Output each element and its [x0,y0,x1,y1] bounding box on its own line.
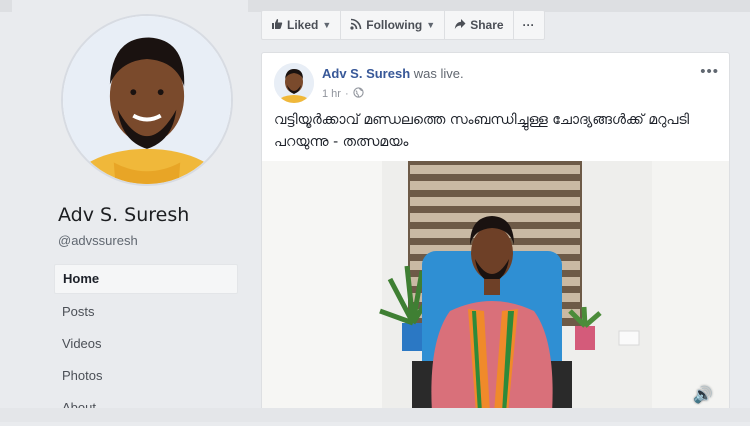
post-avatar[interactable] [274,63,314,103]
post-options-button[interactable]: ••• [700,63,719,80]
post-text: വട്ടിയൂർക്കാവ് മണ്ഡലത്തെ സംബന്ധിച്ചുള്ള … [274,112,690,150]
more-actions-button[interactable]: ··· [514,11,544,39]
profile-nav: Home Posts Videos Photos About [54,264,238,426]
liked-label: Liked [287,18,319,32]
following-label: Following [366,18,423,32]
bottom-strip [0,408,750,422]
post-timestamp[interactable]: 1 hr [322,88,341,100]
page-action-bar: Liked ▼ Following ▼ Share ··· [261,10,545,40]
profile-photo [63,16,231,184]
share-button[interactable]: Share [445,11,514,39]
chevron-down-icon: ▼ [426,20,436,30]
post-meta: 1 hr · [322,87,364,101]
post-author-name[interactable]: Adv S. Suresh [322,66,410,81]
share-label: Share [470,18,504,32]
share-arrow-icon [454,18,466,33]
profile-avatar[interactable] [61,14,233,186]
post-author-line: Adv S. Suresh was live. [322,66,464,81]
nav-item-posts[interactable]: Posts [54,298,238,326]
thumbs-up-icon [271,18,283,33]
nav-item-home[interactable]: Home [54,264,238,294]
more-dots-icon: ··· [522,18,535,32]
video-frame [262,161,729,411]
post-status: was live. [410,66,464,81]
profile-sidebar: Adv S. Suresh @advssuresh Home Posts Vid… [12,0,248,415]
volume-icon[interactable]: 🔊 [693,385,713,405]
live-video-player[interactable]: 🔊 [262,161,729,411]
profile-handle: @advssuresh [58,233,138,248]
chevron-down-icon: ▼ [322,20,332,30]
liked-button[interactable]: Liked ▼ [262,11,342,39]
nav-item-videos[interactable]: Videos [54,330,238,358]
rss-icon [350,18,362,33]
profile-name[interactable]: Adv S. Suresh [58,204,189,226]
main-column: Liked ▼ Following ▼ Share ··· Adv S. Sur… [261,0,730,412]
meta-separator: · [344,88,349,100]
nav-item-photos[interactable]: Photos [54,362,238,390]
post-card: Adv S. Suresh was live. 1 hr · ••• വട്ടി… [261,52,730,412]
following-button[interactable]: Following ▼ [341,11,446,39]
author-photo [274,63,314,103]
globe-icon [353,87,364,101]
